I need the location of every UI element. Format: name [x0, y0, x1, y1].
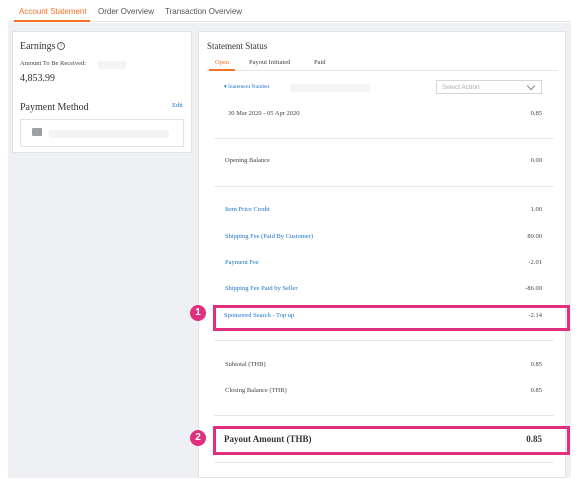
- highlight-box-2: [213, 426, 570, 455]
- active-subtab-indicator: [209, 69, 235, 71]
- earnings-title: Earnings: [20, 41, 56, 52]
- subtotal-label: Subtotal (THB): [225, 361, 266, 368]
- info-icon[interactable]: i: [57, 42, 65, 50]
- amount-to-be-received-label: Amount To Be Received:: [20, 60, 87, 67]
- shipping-fee-paid-by-seller-link[interactable]: Shipping Fee Paid by Seller: [225, 285, 298, 292]
- subtab-payout-initiated[interactable]: Payout Initiated: [249, 59, 290, 66]
- divider: [214, 415, 554, 416]
- closing-balance-value: 0.85: [530, 387, 542, 394]
- redacted-area: [98, 61, 126, 69]
- tab-order-overview[interactable]: Order Overview: [98, 7, 154, 16]
- shipping-fee-paid-by-seller-value: -86.00: [525, 285, 542, 292]
- tab-account-statement[interactable]: Account Statement: [19, 7, 87, 16]
- item-price-credit-link[interactable]: Item Price Credit: [225, 206, 270, 213]
- active-tab-indicator: [14, 20, 90, 22]
- tab-transaction-overview[interactable]: Transaction Overview: [165, 7, 242, 16]
- divider: [214, 340, 554, 341]
- statement-period: 30 Mar 2020 - 05 Apr 2020: [228, 110, 300, 117]
- statement-status-title: Statement Status: [207, 41, 268, 51]
- chevron-down-icon: [526, 81, 536, 91]
- subtotal-value: 0.85: [530, 361, 542, 368]
- redacted-area: [49, 130, 169, 138]
- payment-method-box: [20, 119, 184, 147]
- opening-balance-value: 0.00: [530, 157, 542, 164]
- statement-number-toggle[interactable]: ▾ Statement Number: [224, 84, 270, 90]
- divider: [214, 138, 554, 139]
- statement-card: [198, 31, 566, 478]
- closing-balance-label: Closing Balance (THB): [225, 387, 287, 394]
- redacted-area: [290, 84, 370, 92]
- divider: [214, 462, 554, 463]
- shipping-fee-paid-by-customer-link[interactable]: Shipping Fee (Paid By Customer): [225, 233, 313, 240]
- opening-balance-label: Opening Balance: [225, 157, 270, 164]
- edit-link[interactable]: Edit: [172, 102, 183, 109]
- select-action-dropdown[interactable]: Select Action: [436, 80, 542, 94]
- subtab-open[interactable]: Open: [215, 59, 229, 66]
- subtab-divider: [206, 70, 558, 71]
- divider: [214, 186, 554, 187]
- amount-value: 4,853.99: [20, 73, 55, 84]
- highlight-box-1: [213, 305, 570, 331]
- top-tab-bar: Account Statement Order Overview Transac…: [8, 0, 571, 22]
- shipping-fee-paid-by-customer-value: 89.00: [527, 233, 542, 240]
- annotation-badge-2: 2: [190, 430, 206, 446]
- item-price-credit-value: 1.00: [530, 206, 542, 213]
- credit-card-icon: [32, 125, 45, 136]
- payment-fee-link[interactable]: Payment Fee: [225, 259, 259, 266]
- payment-method-label: Payment Method: [20, 102, 89, 113]
- period-value: 0.85: [530, 110, 542, 117]
- annotation-badge-1: 1: [190, 305, 206, 321]
- payment-fee-value: -2.01: [528, 259, 542, 266]
- subtab-paid[interactable]: Paid: [314, 59, 326, 66]
